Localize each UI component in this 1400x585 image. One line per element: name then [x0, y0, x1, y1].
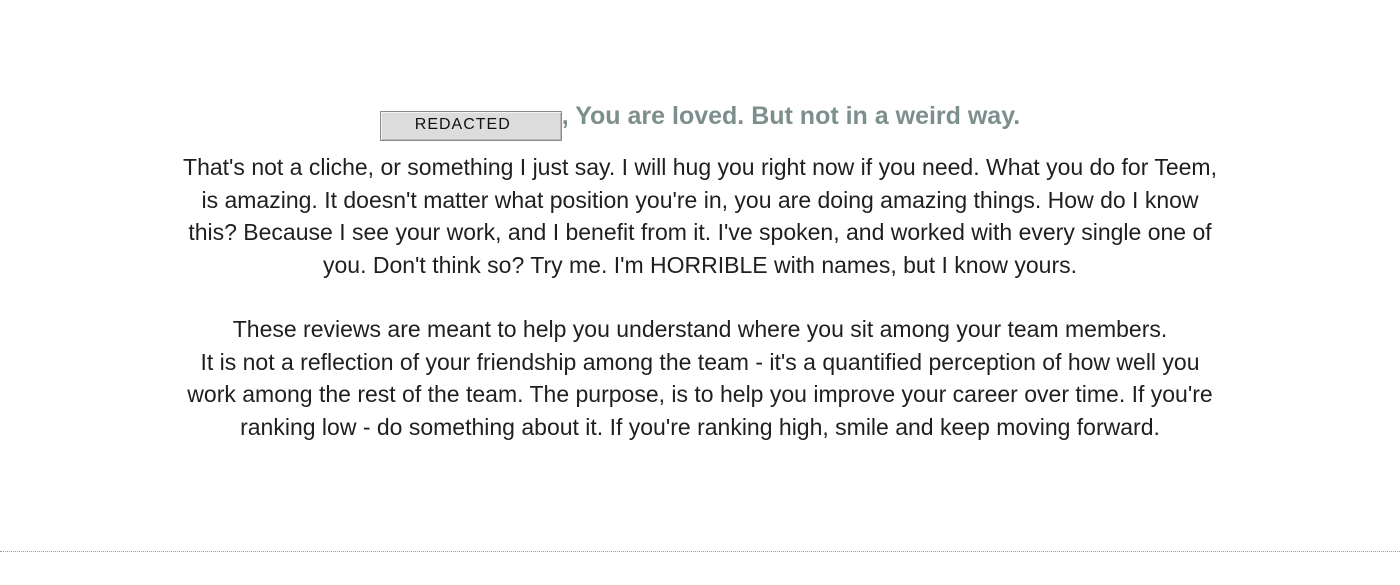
paragraph-line: It is not a reflection of your friendshi… [200, 348, 1200, 375]
reviews-purpose-paragraph: These reviews are meant to help you unde… [80, 313, 1320, 443]
paragraph-line: That's not a cliche, or something I just… [183, 154, 1217, 180]
redacted-name-box: REDACTED [379, 111, 562, 141]
appreciation-paragraph: That's not a cliche, or something I just… [80, 151, 1320, 281]
paragraph-line: you. Don't think so? Try me. I'm HORRIBL… [322, 251, 1077, 278]
paragraph-line: ranking low - do something about it. If … [240, 413, 1160, 440]
bottom-divider [0, 551, 1400, 552]
greeting-text: , You are loved. But not in a weird way. [561, 102, 1021, 130]
greeting-heading: REDACTED, You are loved. But not in a we… [0, 96, 1400, 141]
paragraph-line: this? Because I see your work, and I ben… [188, 219, 1212, 245]
paragraph-line: work among the rest of the team. The pur… [187, 381, 1213, 407]
paragraph-line: is amazing. It doesn't matter what posit… [201, 186, 1199, 213]
paragraph-line: These reviews are meant to help you unde… [232, 316, 1168, 342]
message-content: REDACTED, You are loved. But not in a we… [0, 96, 1400, 443]
